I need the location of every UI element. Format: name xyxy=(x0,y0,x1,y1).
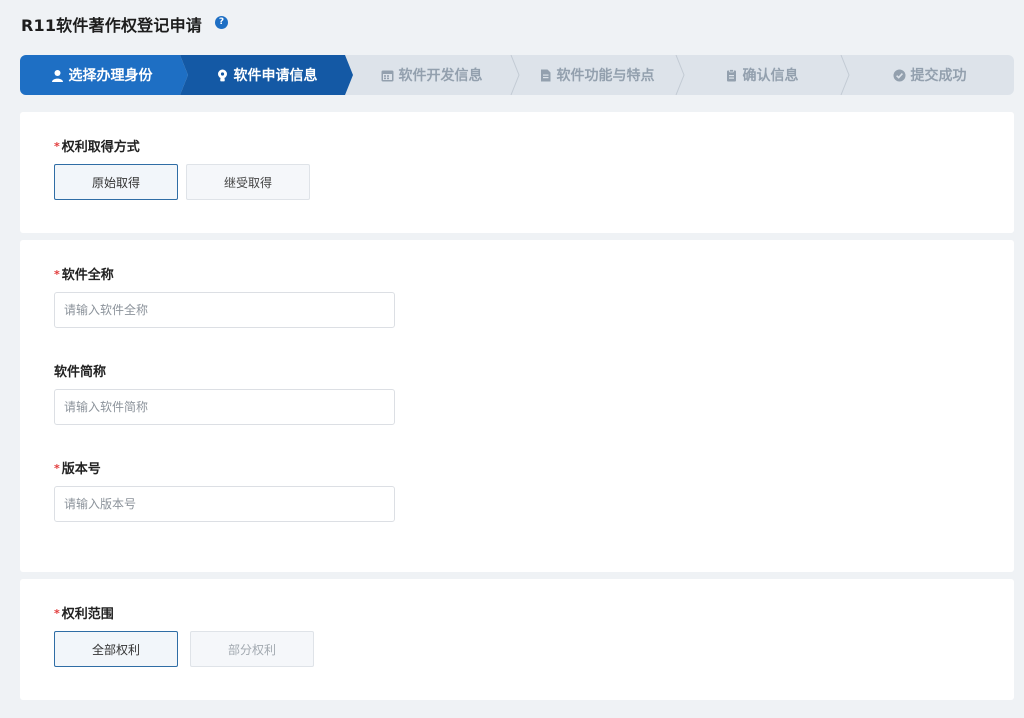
rights-scope-card: * 权利范围 全部权利 部分权利 xyxy=(20,579,1014,700)
step-software-application[interactable]: 软件申请信息 xyxy=(185,55,348,95)
required-mark: * xyxy=(54,462,60,475)
page-title: R11软件著作权登记申请 xyxy=(21,16,202,35)
acquisition-label: * 权利取得方式 xyxy=(54,136,140,155)
required-mark: * xyxy=(54,140,60,153)
document-icon xyxy=(539,69,552,82)
user-icon xyxy=(51,69,64,82)
check-circle-icon xyxy=(893,69,906,82)
step-confirm-info[interactable]: 确认信息 xyxy=(680,55,843,95)
step-label: 提交成功 xyxy=(910,68,967,84)
step-label: 软件开发信息 xyxy=(398,68,483,84)
calendar-icon xyxy=(381,69,394,82)
all-rights-button[interactable]: 全部权利 xyxy=(54,631,178,667)
step-label: 软件申请信息 xyxy=(233,68,318,84)
acquisition-card: * 权利取得方式 原始取得 继受取得 xyxy=(20,112,1014,233)
step-submit-success[interactable]: 提交成功 xyxy=(845,55,1014,95)
required-mark: * xyxy=(54,607,60,620)
acquisition-label-text: 权利取得方式 xyxy=(61,140,140,155)
step-label: 确认信息 xyxy=(742,68,799,84)
software-full-name-input[interactable] xyxy=(54,292,395,328)
rights-scope-label: * 权利范围 xyxy=(54,603,114,622)
step-development-info[interactable]: 软件开发信息 xyxy=(350,55,513,95)
software-short-name-input[interactable] xyxy=(54,389,395,425)
partial-rights-button[interactable]: 部分权利 xyxy=(190,631,314,667)
step-progress-bar: 选择办理身份 软件申请信息 软件开发信息 软件功能与特点 确认信息 提交成功 xyxy=(20,55,1014,95)
original-acquisition-button[interactable]: 原始取得 xyxy=(54,164,178,200)
question-circle-icon[interactable]: ? xyxy=(215,16,228,29)
short-name-label: 软件简称 xyxy=(54,365,107,380)
version-label-text: 版本号 xyxy=(61,462,101,477)
step-label: 选择办理身份 xyxy=(68,68,153,84)
step-label: 软件功能与特点 xyxy=(556,68,655,84)
rights-scope-label-text: 权利范围 xyxy=(61,607,114,622)
step-select-identity[interactable]: 选择办理身份 xyxy=(20,55,183,95)
software-info-card: *软件全称 软件简称 *版本号 xyxy=(20,240,1014,572)
version-label: * 版本号 xyxy=(54,458,101,477)
lightbulb-icon xyxy=(216,69,229,82)
version-number-input[interactable] xyxy=(54,486,395,522)
inherited-acquisition-button[interactable]: 继受取得 xyxy=(186,164,310,200)
full-name-label-text: 软件全称 xyxy=(61,268,114,283)
title-bar: R11软件著作权登记申请 ? xyxy=(0,0,1024,48)
clipboard-icon xyxy=(725,68,738,82)
full-name-label: * 软件全称 xyxy=(54,264,114,283)
required-mark: * xyxy=(54,268,60,281)
step-features[interactable]: 软件功能与特点 xyxy=(515,55,678,95)
